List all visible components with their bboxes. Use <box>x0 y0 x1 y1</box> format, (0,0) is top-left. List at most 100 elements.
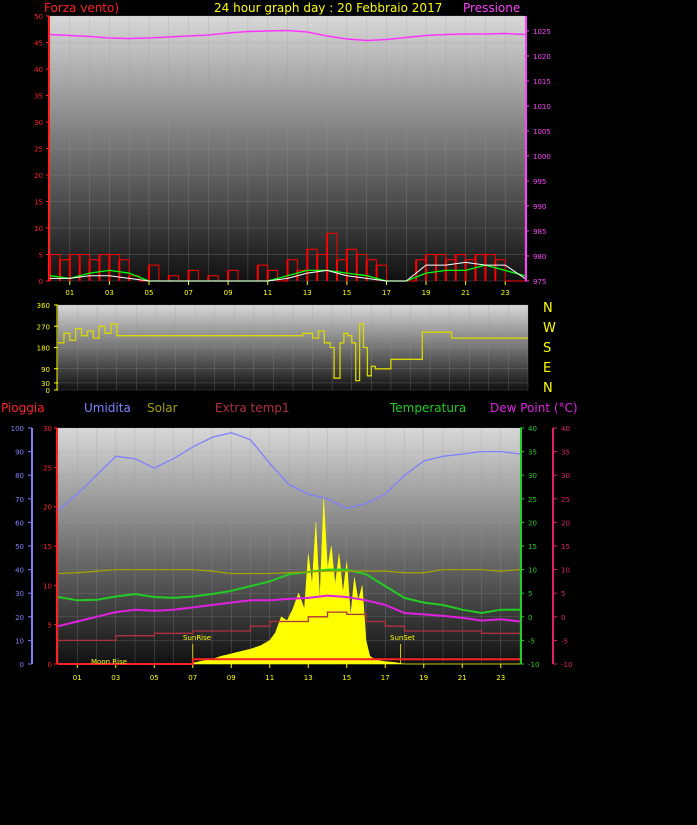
temperature-tick-label: 10 <box>528 567 537 575</box>
right-tick-label: 990 <box>533 203 546 211</box>
dewpoint-tick-label: -5 <box>561 637 568 645</box>
humidity-tick-label: 30 <box>15 590 24 598</box>
humidity-tick-label: 40 <box>15 567 24 575</box>
compass-w: W <box>543 321 556 336</box>
temperature-tick-label: 0 <box>528 614 532 622</box>
left-tick-label: 35 <box>34 93 43 101</box>
temperature-tick-label: -5 <box>528 637 535 645</box>
rain-tick-label: 30 <box>43 425 52 433</box>
temperature-tick-label: 20 <box>528 519 537 527</box>
humidity-tick-label: 80 <box>15 472 24 480</box>
x-tick-label: 15 <box>342 289 351 297</box>
dewpoint-tick-label: 30 <box>561 472 570 480</box>
compass-n-bottom: N <box>543 381 553 396</box>
rain-tick-label: 10 <box>43 582 52 590</box>
dewpoint-tick-label: 35 <box>561 449 570 457</box>
right-tick-label: 980 <box>533 253 546 261</box>
weather-graph-canvas: Forza vento) 24 hour graph day : 20 Febb… <box>1 1 578 682</box>
wind-pressure-panel: 0510152025303540455097598098599099510001… <box>34 13 551 297</box>
right-tick-label: 985 <box>533 228 546 236</box>
rain-tick-label: 25 <box>43 464 52 472</box>
x-tick-label: 05 <box>144 289 153 297</box>
x-tick-label: 03 <box>111 674 120 682</box>
left-tick-label: 10 <box>34 225 43 233</box>
humidity-tick-label: 20 <box>15 614 24 622</box>
right-tick-label: 1010 <box>533 103 551 111</box>
x-tick-label: 13 <box>303 289 312 297</box>
left-tick-label: 30 <box>41 380 50 388</box>
x-tick-label: 17 <box>381 674 390 682</box>
x-tick-label: 05 <box>150 674 159 682</box>
humidity-tick-label: 100 <box>11 425 24 433</box>
left-tick-label: 50 <box>34 13 43 21</box>
legend-extra-temp: Extra temp1 <box>215 401 290 415</box>
x-tick-label: 01 <box>65 289 74 297</box>
x-tick-label: 09 <box>224 289 233 297</box>
x-tick-label: 11 <box>265 674 274 682</box>
rain-tick-label: 5 <box>48 622 52 630</box>
compass-s: S <box>543 341 551 356</box>
left-tick-label: 270 <box>37 323 50 331</box>
x-tick-label: 21 <box>461 289 470 297</box>
compass-n-top: N <box>543 301 553 316</box>
right-tick-label: 1025 <box>533 28 551 36</box>
temperature-tick-label: 40 <box>528 425 537 433</box>
left-tick-label: 25 <box>34 146 43 154</box>
legend-humidity: Umidita <box>84 401 131 415</box>
moonrise-label: Moon Rise <box>91 658 127 666</box>
left-tick-label: 0 <box>39 278 43 286</box>
x-tick-label: 23 <box>501 289 510 297</box>
legend-temperature: Temperatura <box>389 401 466 415</box>
dewpoint-tick-label: 40 <box>561 425 570 433</box>
x-tick-label: 19 <box>419 674 428 682</box>
x-tick-label: 23 <box>496 674 505 682</box>
legend-dewpoint: Dew Point (°C) <box>490 401 578 415</box>
temperature-tick-label: 5 <box>528 590 532 598</box>
dewpoint-tick-label: 15 <box>561 543 570 551</box>
x-tick-label: 09 <box>227 674 236 682</box>
rain-tick-label: 15 <box>43 543 52 551</box>
left-tick-label: 30 <box>34 119 43 127</box>
temperature-tick-label: 25 <box>528 496 537 504</box>
left-tick-label: 15 <box>34 199 43 207</box>
compass-e: E <box>543 361 551 376</box>
rain-humidity-temperature-panel: 0102030405060708090100051015202530-10-50… <box>11 425 573 682</box>
sunrise-label: SunRise <box>183 634 211 642</box>
rain-tick-label: 20 <box>43 504 52 512</box>
right-tick-label: 995 <box>533 178 546 186</box>
left-tick-label: 45 <box>34 40 43 48</box>
temperature-tick-label: -10 <box>528 661 539 669</box>
legend-solar: Solar <box>147 401 178 415</box>
dewpoint-tick-label: 20 <box>561 519 570 527</box>
right-tick-label: 1015 <box>533 78 551 86</box>
right-tick-label: 1000 <box>533 153 551 161</box>
wind-direction-panel: 030 90 180 270 360 <box>37 302 529 395</box>
left-tick-label: 90 <box>41 366 50 374</box>
humidity-tick-label: 70 <box>15 496 24 504</box>
right-tick-label: 1020 <box>533 53 551 61</box>
dewpoint-tick-label: 10 <box>561 567 570 575</box>
temperature-tick-label: 15 <box>528 543 537 551</box>
wind-axis-label: Forza vento) <box>44 1 119 15</box>
humidity-tick-label: 60 <box>15 519 24 527</box>
humidity-tick-label: 50 <box>15 543 24 551</box>
x-tick-label: 11 <box>263 289 272 297</box>
left-tick-label: 20 <box>34 172 43 180</box>
x-tick-label: 07 <box>188 674 197 682</box>
page-title: 24 hour graph day : 20 Febbraio 2017 <box>214 1 442 15</box>
pressure-axis-label: Pressione <box>463 1 520 15</box>
x-tick-label: 03 <box>105 289 114 297</box>
dewpoint-tick-label: -10 <box>561 661 572 669</box>
rain-tick-label: 0 <box>48 661 52 669</box>
x-tick-label: 15 <box>342 674 351 682</box>
x-tick-label: 07 <box>184 289 193 297</box>
left-tick-label: 40 <box>34 66 43 74</box>
legend-rain: Pioggia <box>1 401 45 415</box>
dewpoint-tick-label: 5 <box>561 590 565 598</box>
right-tick-label: 1005 <box>533 128 551 136</box>
x-tick-label: 17 <box>382 289 391 297</box>
x-tick-label: 19 <box>422 289 431 297</box>
humidity-tick-label: 10 <box>15 637 24 645</box>
x-tick-label: 21 <box>458 674 467 682</box>
left-tick-label: 0 <box>46 387 50 395</box>
